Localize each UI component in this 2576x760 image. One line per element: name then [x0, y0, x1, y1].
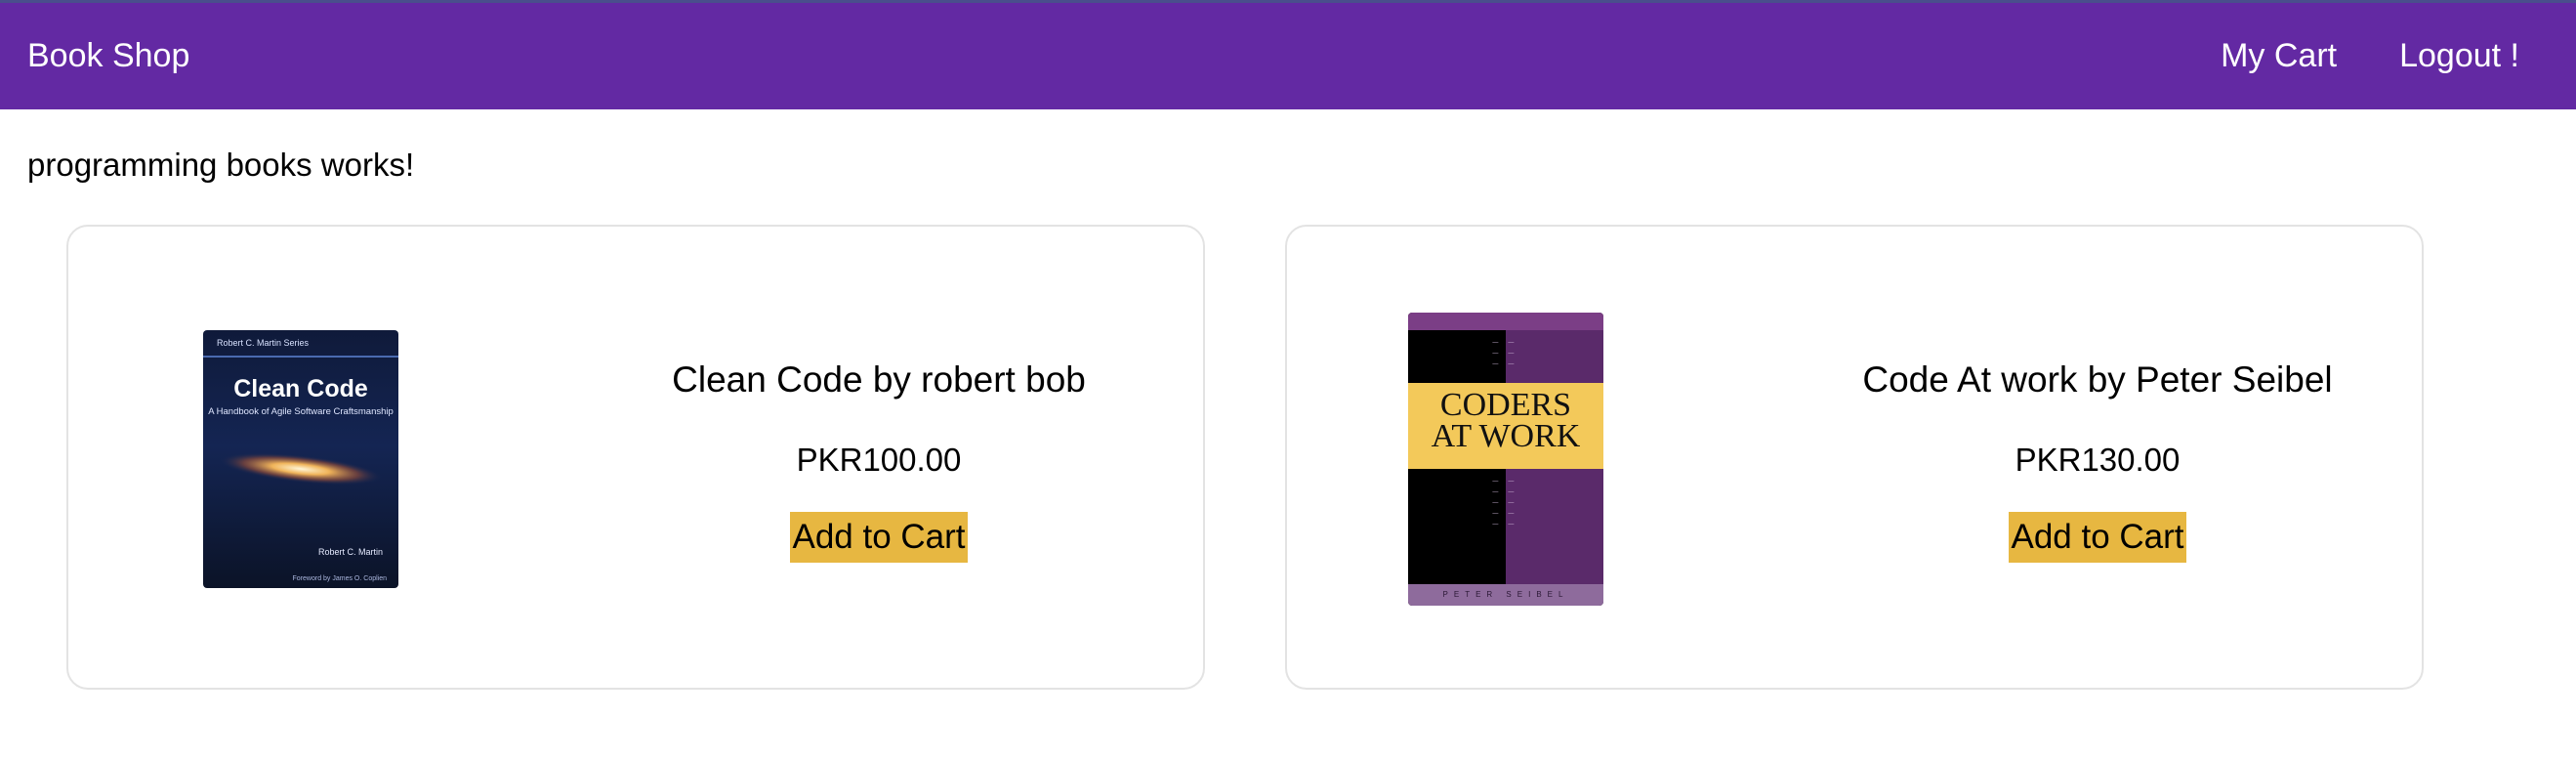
nav-links: My Cart Logout ! — [2221, 37, 2519, 75]
add-to-cart-button[interactable]: Add to Cart — [790, 512, 968, 563]
my-cart-link[interactable]: My Cart — [2221, 37, 2337, 75]
top-navbar: Book Shop My Cart Logout ! — [0, 0, 2576, 109]
cover-series: Robert C. Martin Series — [203, 330, 398, 358]
cover-title-line-1: CODERS — [1439, 387, 1572, 423]
page-heading: programming books works! — [27, 147, 415, 183]
product-info: Clean Code by robert bob PKR100.00 Add t… — [596, 359, 1162, 563]
cover-title: Clean Code — [233, 375, 368, 402]
logout-link[interactable]: Logout ! — [2399, 37, 2519, 75]
cover-names-block: — — —— — — — [1492, 340, 1515, 367]
product-card: — — —— — — CODERS AT WORK — — — — —— — — — — PETER S… — [1285, 225, 2424, 690]
add-to-cart-button[interactable]: Add to Cart — [2009, 512, 2186, 563]
product-info: Code At work by Peter Seibel PKR130.00 A… — [1814, 359, 2381, 563]
cover-top-strip — [1408, 313, 1603, 330]
brand-link[interactable]: Book Shop — [27, 37, 189, 75]
product-title: Code At work by Peter Seibel — [1862, 359, 2333, 400]
product-card: Robert C. Martin Series Clean Code A Han… — [66, 225, 1205, 690]
cover-author: PETER SEIBEL — [1408, 584, 1603, 606]
product-price: PKR130.00 — [2015, 442, 2181, 478]
cover-author: Robert C. Martin — [317, 547, 383, 557]
book-cover-image: — — —— — — CODERS AT WORK — — — — —— — — — — PETER S… — [1408, 313, 1603, 606]
cover-foreword: Foreword by James O. Coplien — [292, 575, 387, 582]
product-title: Clean Code by robert bob — [672, 359, 1086, 400]
book-cover-image: Robert C. Martin Series Clean Code A Han… — [203, 330, 398, 588]
cover-title-band: CODERS AT WORK — [1408, 383, 1603, 469]
cover-subtitle: A Handbook of Agile Software Craftsmansh… — [208, 406, 394, 417]
product-price: PKR100.00 — [796, 442, 962, 478]
galaxy-illustration — [219, 452, 383, 486]
cover-title-line-2: AT WORK — [1431, 418, 1581, 454]
cover-names-block: — — — — —— — — — — — [1492, 479, 1515, 528]
